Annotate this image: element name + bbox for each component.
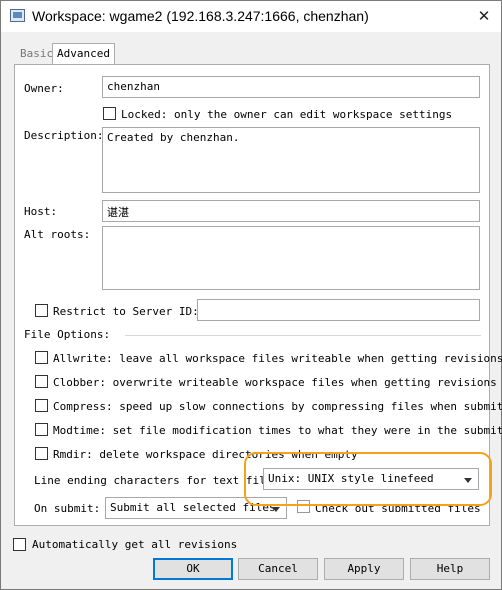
allwrite-label: Allwrite: leave all workspace files writ… <box>53 352 502 365</box>
file-options-divider <box>125 335 481 336</box>
locked-label: Locked: only the owner can edit workspac… <box>121 108 453 121</box>
workspace-dialog: Workspace: wgame2 (192.168.3.247:1666, c… <box>0 0 502 590</box>
compress-label: Compress: speed up slow connections by c… <box>53 400 502 413</box>
line-ending-label: Line ending characters for text file: <box>34 474 280 487</box>
owner-label: Owner: <box>24 82 64 95</box>
on-submit-label: On submit: <box>34 502 101 515</box>
locked-checkbox[interactable] <box>103 107 116 120</box>
on-submit-dropdown[interactable]: Submit all selected files <box>105 497 287 519</box>
checkout-submitted-label: Check out submitted files a <box>315 502 485 515</box>
allwrite-checkbox[interactable] <box>35 351 48 364</box>
server-id-field[interactable] <box>197 299 480 321</box>
description-label: Description: <box>24 129 104 142</box>
line-ending-dropdown[interactable]: Unix: UNIX style linefeed <box>263 468 479 490</box>
compress-checkbox[interactable] <box>35 399 48 412</box>
host-field[interactable]: 谌湛 <box>102 200 480 222</box>
cancel-button[interactable]: Cancel <box>238 558 318 580</box>
clobber-checkbox[interactable] <box>35 375 48 388</box>
tab-basic[interactable]: Basic <box>17 45 56 65</box>
restrict-server-label: Restrict to Server ID: <box>53 305 199 318</box>
chevron-down-icon <box>272 507 280 512</box>
app-window-icon <box>10 9 25 22</box>
alt-roots-field[interactable] <box>102 226 480 290</box>
tab-advanced[interactable]: Advanced <box>52 43 115 66</box>
restrict-server-checkbox[interactable] <box>35 304 48 317</box>
window-title: Workspace: wgame2 (192.168.3.247:1666, c… <box>32 8 369 24</box>
host-label: Host: <box>24 205 58 218</box>
line-ending-value: Unix: UNIX style linefeed <box>268 472 434 485</box>
help-button[interactable]: Help <box>410 558 490 580</box>
chevron-down-icon <box>464 478 472 483</box>
auto-get-label: Automatically get all revisions <box>32 538 238 551</box>
checkout-submitted-checkbox[interactable] <box>297 500 310 513</box>
on-submit-value: Submit all selected files <box>110 501 276 514</box>
owner-field[interactable]: chenzhan <box>102 76 480 98</box>
modtime-checkbox[interactable] <box>35 423 48 436</box>
rmdir-label: Rmdir: delete workspace directories when… <box>53 448 358 461</box>
title-bar[interactable]: Workspace: wgame2 (192.168.3.247:1666, c… <box>1 1 501 32</box>
clobber-label: Clobber: overwrite writeable workspace f… <box>53 376 497 389</box>
alt-roots-label: Alt roots: <box>24 228 91 241</box>
rmdir-checkbox[interactable] <box>35 447 48 460</box>
description-field[interactable]: Created by chenzhan. <box>102 127 480 193</box>
close-icon[interactable]: ✕ <box>475 7 493 25</box>
file-options-label: File Options: <box>24 328 111 341</box>
apply-button[interactable]: Apply <box>324 558 404 580</box>
modtime-label: Modtime: set file modification times to … <box>53 424 502 437</box>
advanced-panel: Owner: chenzhan Locked: only the owner c… <box>14 64 502 526</box>
ok-button[interactable]: OK <box>153 558 233 580</box>
auto-get-checkbox[interactable] <box>13 538 26 551</box>
